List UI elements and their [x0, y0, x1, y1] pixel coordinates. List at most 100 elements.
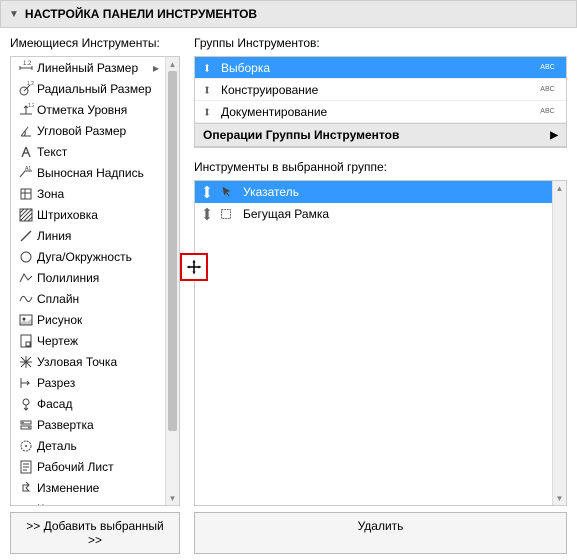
tool-item[interactable]: 1.2Радиальный Размер [11, 78, 179, 99]
tool-label: Камера [37, 502, 175, 506]
spline-icon [15, 290, 37, 308]
leader-icon: A1 [15, 164, 37, 182]
drag-handle-icon[interactable] [199, 206, 215, 222]
marquee-icon [215, 207, 237, 221]
panel-header[interactable]: ▼ НАСТРОЙКА ПАНЕЛИ ИНСТРУМЕНТОВ [0, 0, 577, 28]
camera-icon [15, 500, 37, 506]
unpin-icon[interactable]: ABC [532, 108, 562, 115]
tool-label: Полилиния [37, 271, 175, 285]
hatch-icon [15, 206, 37, 224]
tool-label: Линия [37, 229, 175, 243]
tool-label: Дуга/Окружность [37, 250, 175, 264]
node-icon [15, 353, 37, 371]
tool-item[interactable]: A1 Выносная Надпись [11, 162, 179, 183]
groups-box: ВыборкаABCКонструированиеABCДокументиров… [194, 56, 567, 148]
group-label: Выборка [215, 61, 532, 75]
scrollbar[interactable]: ▲ ▼ [165, 57, 179, 505]
group-operations-label: Операции Группы Инструментов [203, 128, 399, 142]
panel-title: НАСТРОЙКА ПАНЕЛИ ИНСТРУМЕНТОВ [25, 7, 257, 21]
tool-item[interactable]: Деталь [11, 435, 179, 456]
available-tools-list[interactable]: 1.2Линейный Размер▸1.2Радиальный Размер1… [10, 56, 180, 506]
scroll-thumb[interactable] [168, 71, 177, 431]
drag-handle-icon[interactable] [199, 85, 215, 95]
tool-item[interactable]: Разрез [11, 372, 179, 393]
tool-item[interactable]: Зона [11, 183, 179, 204]
tool-item[interactable]: Штриховка [11, 204, 179, 225]
collapse-arrow-icon: ▼ [9, 9, 19, 20]
tool-label: Разрез [37, 376, 175, 390]
group-tool-row[interactable]: Бегущая Рамка [195, 203, 566, 225]
tool-item[interactable]: 1.2Отметка Уровня [11, 99, 179, 120]
drag-handle-icon[interactable] [199, 184, 215, 200]
group-row[interactable]: КонструированиеABC [195, 79, 566, 101]
scroll-up-icon[interactable]: ▲ [553, 181, 566, 195]
section-icon [15, 374, 37, 392]
group-row[interactable]: ДокументированиеABC [195, 101, 566, 123]
svg-text:A1: A1 [25, 166, 31, 172]
tool-item[interactable]: Фасад [11, 393, 179, 414]
arc-icon [15, 248, 37, 266]
tool-item[interactable]: Узловая Точка [11, 351, 179, 372]
pointer-icon [215, 185, 237, 199]
group-row[interactable]: ВыборкаABC [195, 57, 566, 79]
footer: >> Добавить выбранный >> Удалить [0, 506, 577, 560]
tool-label: Узловая Точка [37, 355, 175, 369]
scroll-down-icon[interactable]: ▼ [166, 491, 179, 505]
content-area: Имеющиеся Инструменты: 1.2Линейный Разме… [0, 28, 577, 506]
dim-linear-icon: 1.2 [15, 59, 37, 77]
tool-label: Деталь [37, 439, 175, 453]
add-selected-button[interactable]: >> Добавить выбранный >> [10, 512, 180, 554]
group-tools-list[interactable]: Указатель Бегущая Рамка [195, 181, 566, 225]
worksheet-icon [15, 458, 37, 476]
available-tools-panel: Имеющиеся Инструменты: 1.2Линейный Разме… [10, 36, 180, 506]
svg-text:1.2: 1.2 [28, 103, 34, 109]
tool-item[interactable]: Дуга/Окружность [11, 246, 179, 267]
group-operations-header[interactable]: Операции Группы Инструментов ▶ [195, 123, 566, 147]
scrollbar[interactable]: ▲ ▼ [552, 181, 566, 505]
group-tools-label: Инструменты в выбранной группе: [194, 160, 567, 174]
change-icon [15, 479, 37, 497]
detail-icon [15, 437, 37, 455]
tool-label: Рисунок [37, 313, 175, 327]
pin-icon[interactable]: ABC [532, 64, 562, 71]
tool-label: Угловой Размер [37, 124, 175, 138]
tool-label: Бегущая Рамка [237, 207, 329, 221]
image-icon [15, 311, 37, 329]
line-icon [15, 227, 37, 245]
scroll-up-icon[interactable]: ▲ [166, 57, 179, 71]
drag-handle-icon[interactable] [199, 63, 215, 73]
group-tool-row[interactable]: Указатель [195, 181, 566, 203]
tool-item[interactable]: Рисунок [11, 309, 179, 330]
tool-item[interactable]: 1.2Линейный Размер▸ [11, 57, 179, 78]
tool-label: Текст [37, 145, 175, 159]
tool-label: Линейный Размер [37, 61, 153, 75]
tool-item[interactable]: Камера [11, 498, 179, 505]
elevation-icon [15, 395, 37, 413]
drag-handle-icon[interactable] [199, 107, 215, 117]
tool-label: Выносная Надпись [37, 166, 175, 180]
tool-item[interactable]: Линия [11, 225, 179, 246]
tool-item[interactable]: Текст [11, 141, 179, 162]
svg-text:1.2: 1.2 [23, 61, 32, 67]
dim-radial-icon: 1.2 [15, 80, 37, 98]
tool-label: Зона [37, 187, 175, 201]
scroll-down-icon[interactable]: ▼ [553, 491, 566, 505]
unfold-icon [15, 416, 37, 434]
delete-button[interactable]: Удалить [194, 512, 567, 554]
available-tools-label: Имеющиеся Инструменты: [10, 36, 180, 50]
tool-item[interactable]: Развертка [11, 414, 179, 435]
tool-label: Штриховка [37, 208, 175, 222]
tool-label: Изменение [37, 481, 175, 495]
tool-label: Фасад [37, 397, 175, 411]
expand-arrow-icon: ▶ [550, 130, 558, 141]
tool-item[interactable]: Сплайн [11, 288, 179, 309]
unpin-icon[interactable]: ABC [532, 86, 562, 93]
zone-icon [15, 185, 37, 203]
tool-item[interactable]: Изменение [11, 477, 179, 498]
tool-item[interactable]: Угловой Размер [11, 120, 179, 141]
groups-list[interactable]: ВыборкаABCКонструированиеABCДокументиров… [195, 57, 566, 123]
tool-item[interactable]: Чертеж [11, 330, 179, 351]
tool-label: Развертка [37, 418, 175, 432]
tool-item[interactable]: Полилиния [11, 267, 179, 288]
tool-item[interactable]: Рабочий Лист [11, 456, 179, 477]
